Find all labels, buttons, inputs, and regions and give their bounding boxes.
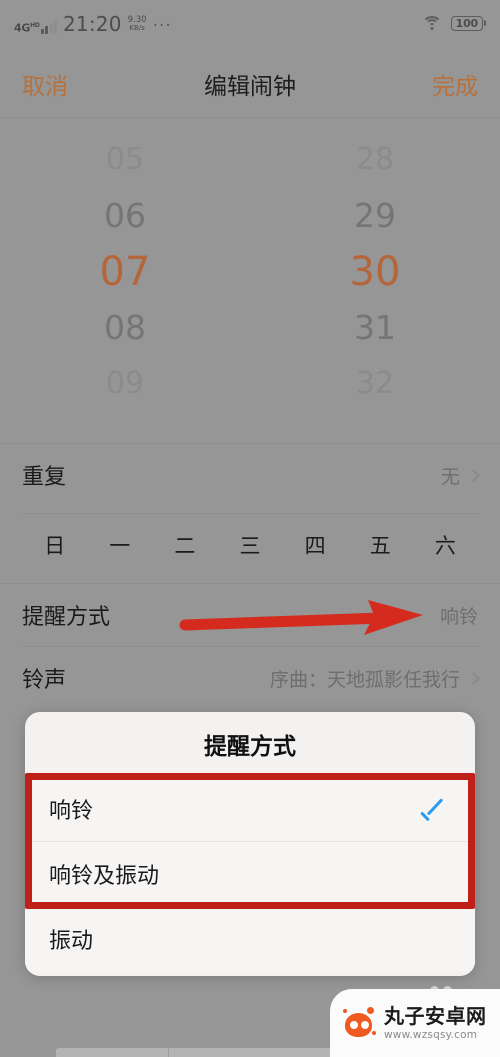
dialog-option-list: 响铃 响铃及振动 振动 (25, 776, 475, 971)
watermark-site-url: www.wzsqsy.com (384, 1028, 478, 1041)
dialog-option-ring-and-vibrate[interactable]: 响铃及振动 (25, 841, 475, 906)
reminder-method-dialog: 提醒方式 响铃 响铃及振动 振动 (25, 712, 475, 976)
watermark-text: 丸子安卓网 www.wzsqsy.com (384, 1006, 487, 1041)
dialog-option-vibrate[interactable]: 振动 (25, 906, 475, 971)
dialog-title: 提醒方式 (204, 734, 296, 760)
dialog-option-ring[interactable]: 响铃 (25, 776, 475, 841)
watermark-logo-icon (342, 1005, 378, 1041)
watermark: 丸子安卓网 www.wzsqsy.com (330, 989, 500, 1057)
watermark-site-name: 丸子安卓网 (384, 1003, 487, 1028)
dialog-option-label: 响铃及振动 (49, 864, 160, 889)
check-icon (421, 802, 447, 816)
dialog-option-label: 振动 (49, 929, 94, 954)
dialog-option-label: 响铃 (49, 798, 94, 824)
